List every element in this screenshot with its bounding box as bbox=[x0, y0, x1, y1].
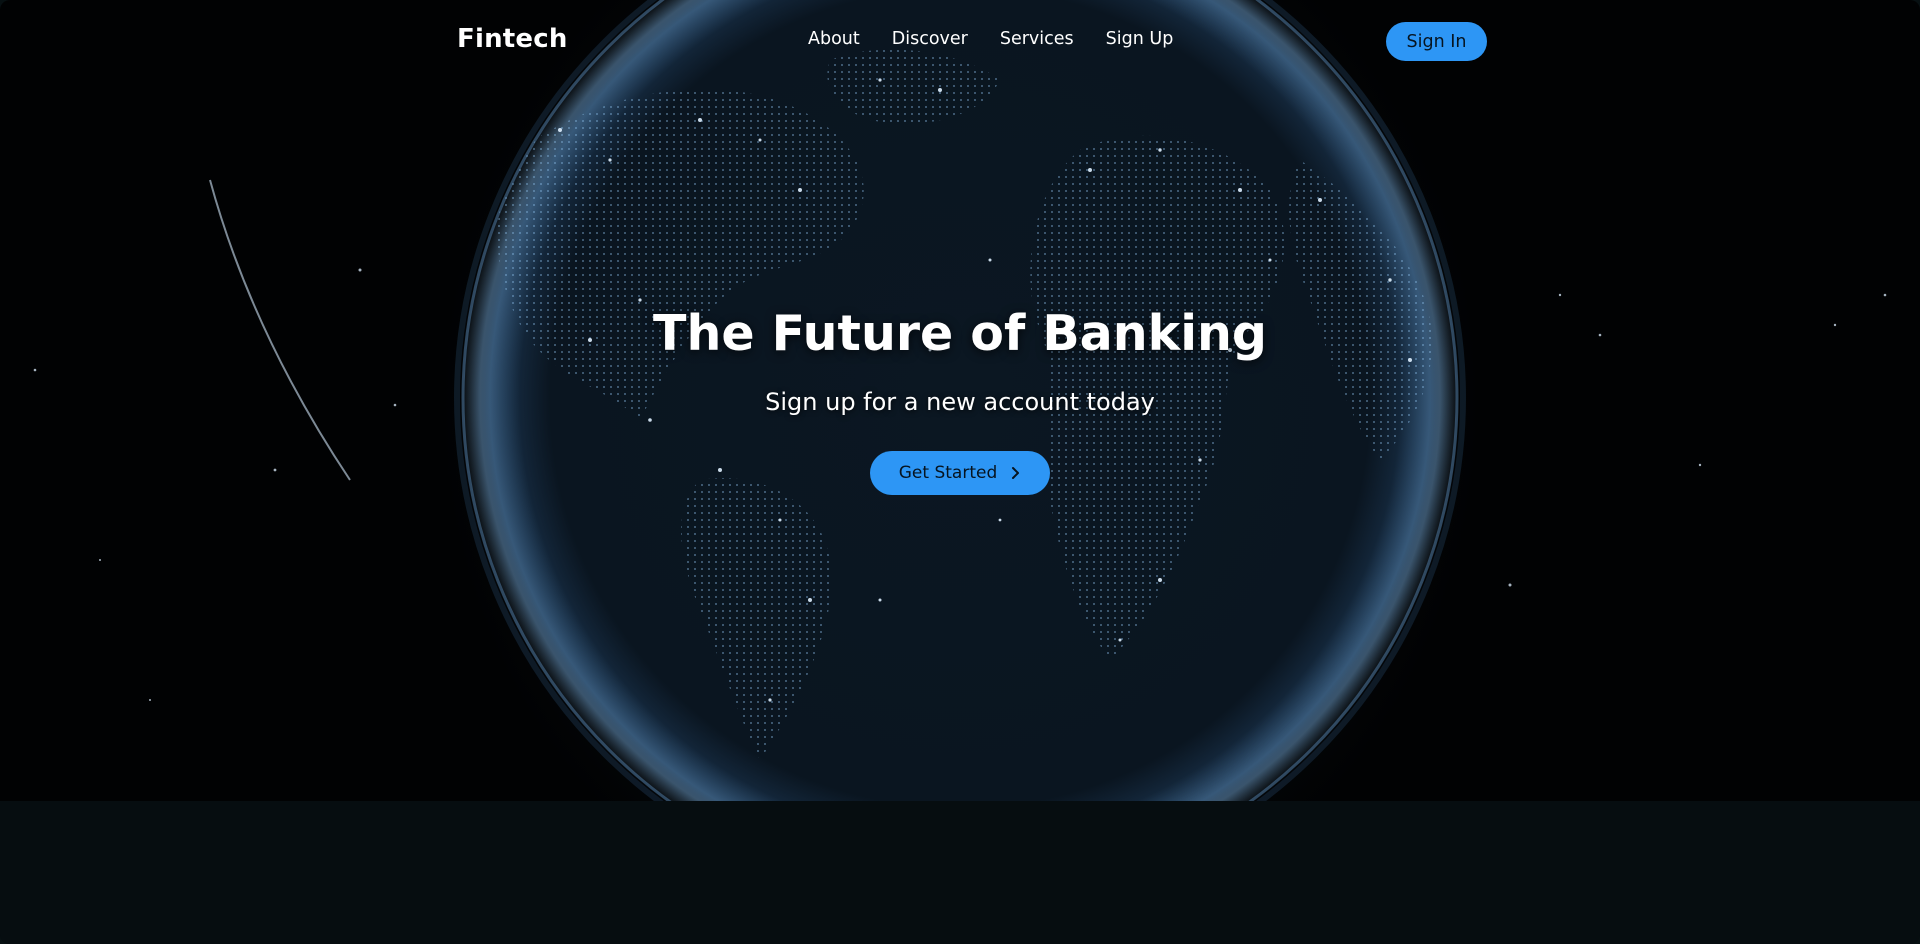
sign-in-label: Sign In bbox=[1406, 31, 1467, 52]
hero-subtitle: Sign up for a new account today bbox=[765, 388, 1155, 416]
get-started-label: Get Started bbox=[898, 463, 998, 483]
nav-link-discover[interactable]: Discover bbox=[892, 29, 968, 49]
next-section-band bbox=[0, 801, 1920, 944]
page: Fintech About Discover Services Sign Up … bbox=[0, 0, 1920, 944]
hero-section: Fintech About Discover Services Sign Up … bbox=[0, 0, 1920, 801]
nav-link-about[interactable]: About bbox=[808, 29, 860, 49]
nav-links: About Discover Services Sign Up bbox=[808, 29, 1205, 49]
brand-logo[interactable]: Fintech bbox=[457, 24, 568, 54]
nav-link-sign-up[interactable]: Sign Up bbox=[1106, 29, 1174, 49]
hero-title: The Future of Banking bbox=[653, 305, 1267, 362]
top-navbar: Fintech About Discover Services Sign Up … bbox=[0, 0, 1920, 84]
sign-in-button[interactable]: Sign In bbox=[1386, 22, 1487, 61]
get-started-button[interactable]: Get Started bbox=[870, 451, 1050, 495]
nav-link-services[interactable]: Services bbox=[1000, 29, 1074, 49]
chevron-right-icon bbox=[1012, 467, 1020, 479]
